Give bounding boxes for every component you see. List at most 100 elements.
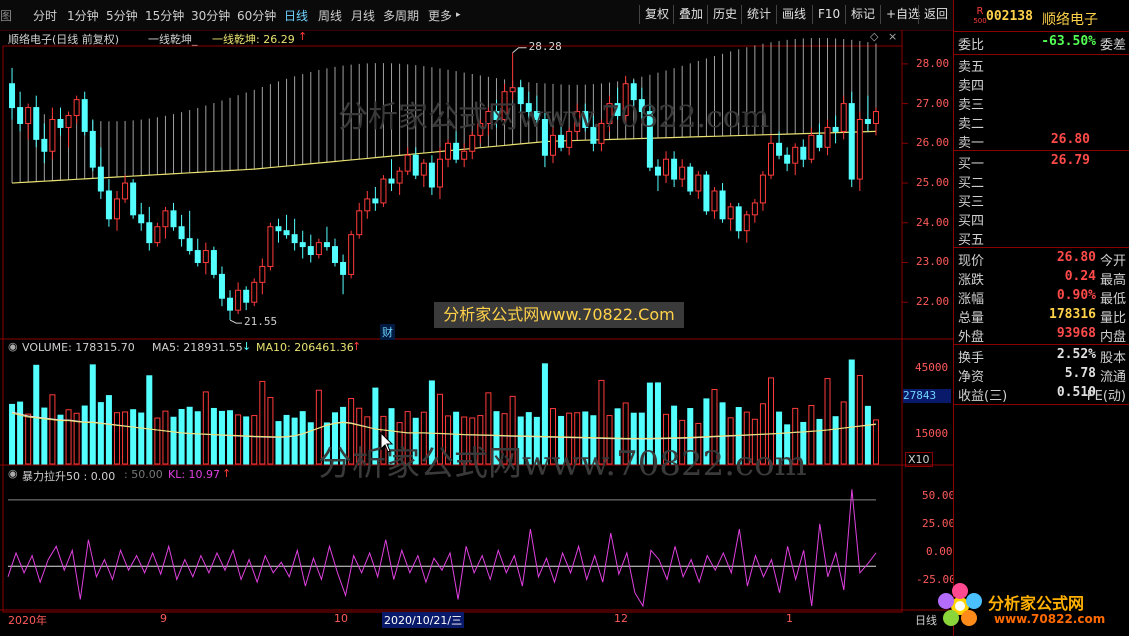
volume-bar-22: [186, 406, 193, 465]
quote-row-1-label: 涨跌: [958, 273, 985, 288]
volume-bar-92: [751, 418, 758, 465]
candle-body-101: [824, 126, 831, 148]
candle-body-52: [428, 162, 435, 188]
volume-bar-2: [25, 413, 32, 465]
quote-row-2-label2: 最低: [1099, 292, 1126, 307]
volume-ma10: MA10: 206461.36: [256, 341, 354, 354]
price-tick-4: 24.00: [916, 215, 950, 229]
candle-body-60: [493, 111, 500, 120]
volume-bar-16: [138, 412, 145, 465]
sell-row-4-label: 卖一: [958, 136, 985, 151]
candle-body-8: [73, 99, 80, 117]
candle-body-64: [525, 103, 532, 113]
volume-bar-57: [469, 417, 476, 465]
volume-bar-99: [808, 405, 815, 465]
volume-bar-33: [275, 421, 282, 465]
candle-body-20: [170, 210, 177, 228]
volume-multiplier: X10: [905, 452, 933, 467]
candle-body-97: [792, 146, 799, 164]
candle-body-26: [218, 273, 225, 299]
candle-body-44: [364, 198, 371, 212]
candle-body-86: [703, 174, 710, 212]
candle-body-100: [816, 134, 823, 148]
volume-bar-81: [663, 413, 670, 465]
volume-bar-41: [340, 406, 347, 465]
candle-body-32: [267, 226, 274, 267]
candle-body-17: [146, 222, 153, 244]
collapse-circle-icon-2[interactable]: ◉: [8, 467, 18, 480]
candle-body-81: [663, 158, 670, 176]
stock-name: 顺络电子: [1042, 12, 1098, 28]
volume-label: VOLUME: 178315.70: [22, 341, 135, 354]
candle-body-105: [856, 118, 863, 180]
volume-bar-80: [654, 382, 661, 465]
candle-body-72: [590, 126, 597, 144]
divider: [954, 31, 1129, 32]
price-series: [9, 37, 879, 324]
quote-row-2: 涨幅 0.90% 最低: [958, 287, 1126, 307]
indicator-ref-value: : 50.00: [124, 468, 163, 481]
date-label-1: 9: [160, 612, 167, 625]
volume-bar-53: [436, 393, 443, 465]
volume-bar-105: [856, 375, 863, 465]
volume-bar-58: [477, 415, 484, 465]
candle-body-34: [283, 230, 290, 236]
buy-row-2-label: 买三: [958, 195, 985, 210]
candle-body-69: [566, 130, 573, 148]
candle-body-89: [727, 206, 734, 220]
candle-body-63: [517, 87, 524, 105]
date-cursor-label: 2020/10/21/三: [382, 612, 465, 628]
quote-row-3-label: 总量: [958, 311, 985, 326]
ma10-up-arrow-icon: ↑: [352, 340, 362, 353]
volume-bar-23: [194, 411, 201, 465]
weibi-value: -63.50%: [1041, 34, 1096, 49]
ind-tick-50: 50.00: [922, 489, 956, 502]
stat-row-2-label: 收益(三): [958, 389, 1008, 404]
sell-row-4: 卖一 26.80: [958, 131, 1126, 151]
volume-bar-36: [299, 411, 306, 465]
volume-bar-86: [703, 398, 710, 465]
volume-bar-12: [105, 395, 112, 465]
chart-frame: [2, 45, 903, 613]
volume-bar-26: [218, 410, 225, 465]
candle-body-43: [356, 210, 363, 236]
candle-body-83: [679, 166, 686, 180]
high-price-label: 28.28: [528, 39, 562, 53]
sell-row-1: 卖四: [958, 74, 1126, 94]
quote-row-4: 外盘 93968 内盘: [958, 325, 1126, 345]
candle-body-35: [291, 234, 298, 244]
buy-row-3-label: 买四: [958, 214, 985, 229]
candle-body-73: [598, 122, 605, 144]
financial-report-marker[interactable]: 财: [380, 324, 395, 340]
volume-bar-69: [566, 412, 573, 465]
volume-bar-106: [864, 405, 871, 465]
candle-body-10: [89, 130, 96, 168]
volume-bar-50: [412, 417, 419, 465]
volume-bar-107: [872, 419, 879, 465]
indicator-label: 暴力拉升50 : 0.00: [22, 470, 116, 483]
stat-row-1-label2: 流通: [1099, 370, 1126, 385]
collapse-circle-icon[interactable]: ◉: [8, 340, 18, 353]
volume-bar-85: [695, 422, 702, 465]
logo-text: 分析家公式网: [988, 594, 1085, 613]
volume-bar-70: [574, 412, 581, 465]
candle-body-6: [57, 118, 64, 128]
candle-body-80: [654, 166, 661, 176]
candle-body-1: [17, 107, 24, 124]
candle-body-85: [695, 174, 702, 192]
quote-row-2-value: 0.90%: [1056, 288, 1096, 303]
volume-bar-54: [445, 415, 452, 465]
price-tick-5: 23.00: [916, 255, 950, 269]
stat-row-0-label2: 股本: [1099, 351, 1126, 366]
ma5-down-arrow-icon: ↓: [242, 340, 252, 353]
buy-row-0-value: 26.79: [1050, 153, 1090, 168]
candle-body-65: [533, 111, 540, 120]
volume-bar-61: [501, 413, 508, 465]
stat-row-1-value: 5.78: [1064, 366, 1096, 381]
kl-up-arrow-icon: ↑: [222, 467, 232, 480]
volume-bar-55: [453, 411, 460, 465]
price-tick-1: 27.00: [916, 96, 950, 110]
volume-bar-51: [420, 411, 427, 465]
volume-bar-39: [323, 422, 330, 465]
candle-body-99: [808, 134, 815, 160]
